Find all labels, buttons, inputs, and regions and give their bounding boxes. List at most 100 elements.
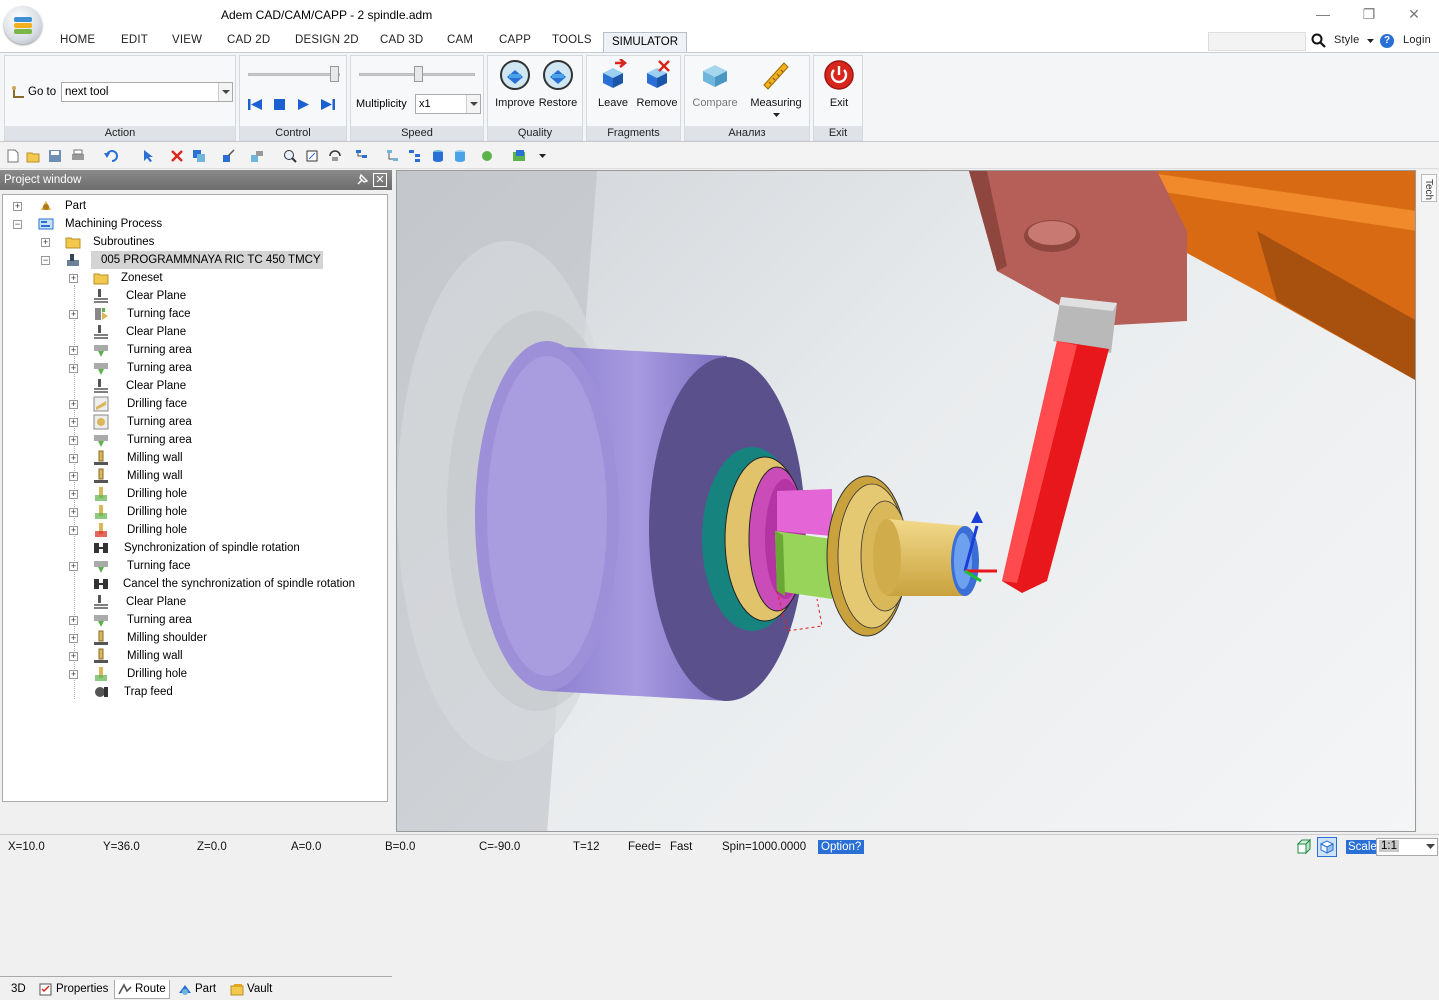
option-button[interactable]: Option? xyxy=(818,840,865,854)
measuring-button[interactable]: Measuring xyxy=(745,59,807,123)
goto-select[interactable]: next tool xyxy=(61,82,233,102)
chevron-down-icon[interactable] xyxy=(773,113,780,118)
project-tree[interactable]: + Part − Machining Process + Subroutines… xyxy=(2,194,388,802)
tree-item-zoneset[interactable]: + Zoneset xyxy=(3,269,383,287)
print-icon[interactable] xyxy=(71,149,85,163)
collapse-toggle[interactable]: − xyxy=(41,256,50,265)
help-icon[interactable]: ? xyxy=(1380,34,1394,48)
copy-icon[interactable] xyxy=(192,149,206,163)
search-icon[interactable] xyxy=(1311,33,1326,48)
tab-simulator[interactable]: SIMULATOR xyxy=(603,32,687,53)
circle-icon[interactable] xyxy=(480,149,494,163)
tab-view[interactable]: VIEW xyxy=(172,34,202,46)
expand-toggle[interactable]: + xyxy=(69,526,78,535)
restore-button[interactable]: ❐ xyxy=(1352,4,1386,24)
expand-toggle[interactable]: + xyxy=(69,652,78,661)
rotate-view-icon[interactable] xyxy=(328,149,342,163)
tree-item-part[interactable]: + Part xyxy=(3,197,383,215)
expand-toggle[interactable]: + xyxy=(69,346,78,355)
expand-toggle[interactable]: + xyxy=(69,454,78,463)
tree-item-drilling-face[interactable]: + Drilling face xyxy=(3,395,383,413)
expand-toggle[interactable]: + xyxy=(69,616,78,625)
first-frame-icon[interactable] xyxy=(248,98,263,111)
chevron-down-icon[interactable] xyxy=(1367,39,1374,44)
style-menu[interactable]: Style xyxy=(1334,34,1359,46)
tree-item-milling-shoulder[interactable]: + Milling shoulder xyxy=(3,629,383,647)
tree-item-turning-area[interactable]: + Turning area xyxy=(3,611,383,629)
expand-toggle[interactable]: + xyxy=(69,418,78,427)
progress-slider-thumb[interactable] xyxy=(330,66,339,82)
tab-edit[interactable]: EDIT xyxy=(121,34,148,46)
expand-toggle[interactable]: + xyxy=(13,202,22,211)
ribbon-search-field[interactable] xyxy=(1208,32,1306,51)
save-icon[interactable] xyxy=(48,149,62,163)
tree-item-turning-area[interactable]: + Turning area xyxy=(3,359,383,377)
tab-properties[interactable]: Properties xyxy=(36,980,111,999)
tree-item-drilling-hole[interactable]: + Drilling hole xyxy=(3,521,383,539)
tab-3d[interactable]: 3D xyxy=(8,980,29,999)
new-file-icon[interactable] xyxy=(6,149,20,163)
expand-toggle[interactable]: + xyxy=(69,310,78,319)
tree-view-icon[interactable] xyxy=(355,149,369,163)
tree-item-milling-wall[interactable]: + Milling wall xyxy=(3,647,383,665)
tree-item-turning-face[interactable]: + Turning face xyxy=(3,557,383,575)
expand-toggle[interactable]: + xyxy=(69,400,78,409)
scale-select[interactable]: 1:1 xyxy=(1376,838,1438,856)
tab-route[interactable]: Route xyxy=(114,980,170,999)
chevron-down-icon[interactable] xyxy=(1426,844,1435,850)
tab-cad2d[interactable]: CAD 2D xyxy=(227,34,270,46)
tree-item-trap-feed[interactable]: Trap feed xyxy=(3,683,383,701)
tree-item-machining-process[interactable]: − Machining Process xyxy=(3,215,383,233)
tab-cad3d[interactable]: CAD 3D xyxy=(380,34,423,46)
close-button[interactable]: ✕ xyxy=(1397,4,1431,24)
expand-toggle[interactable]: + xyxy=(69,562,78,571)
expand-toggle[interactable]: + xyxy=(69,472,78,481)
tab-tools[interactable]: TOOLS xyxy=(552,34,592,46)
tab-vault[interactable]: Vault xyxy=(227,980,275,999)
speed-slider-thumb[interactable] xyxy=(414,66,423,82)
tree-item-clear-plane[interactable]: Clear Plane xyxy=(3,377,383,395)
minimize-button[interactable]: — xyxy=(1306,4,1340,24)
close-panel-button[interactable]: ✕ xyxy=(373,173,387,187)
stop-icon[interactable] xyxy=(273,98,286,111)
tree-item-subroutines[interactable]: + Subroutines xyxy=(3,233,383,251)
tree-item-turning-area[interactable]: + Turning area xyxy=(3,341,383,359)
expand-toggle[interactable]: + xyxy=(41,238,50,247)
expand-toggle[interactable]: + xyxy=(69,490,78,499)
tree-item-drilling-hole[interactable]: + Drilling hole xyxy=(3,485,383,503)
select-icon[interactable] xyxy=(142,149,156,163)
tree-item-clear-plane[interactable]: Clear Plane xyxy=(3,287,383,305)
tree-item-cancel-sync-spindle[interactable]: Cancel the synchronization of spindle ro… xyxy=(3,575,383,593)
database-alt-icon[interactable] xyxy=(453,149,467,163)
zoom-icon[interactable] xyxy=(283,149,297,163)
restore-button[interactable]: Restore xyxy=(536,59,580,117)
expand-toggle[interactable]: + xyxy=(69,508,78,517)
last-frame-icon[interactable] xyxy=(320,98,335,111)
tab-capp[interactable]: CAPP xyxy=(499,34,531,46)
multiplicity-select[interactable]: x1 xyxy=(415,94,481,114)
pin-icon[interactable] xyxy=(355,173,369,187)
expand-toggle[interactable]: + xyxy=(69,670,78,679)
expand-toggle[interactable]: + xyxy=(69,274,78,283)
app-logo-icon[interactable] xyxy=(4,6,42,44)
chevron-down-icon[interactable] xyxy=(539,154,546,159)
simulation-viewport[interactable] xyxy=(396,170,1416,832)
undo-icon[interactable] xyxy=(104,149,118,163)
improve-button[interactable]: Improve xyxy=(494,59,536,117)
compare-button[interactable]: Compare xyxy=(689,59,741,117)
hierarchy-icon[interactable] xyxy=(408,149,422,163)
tree-item-drilling-hole[interactable]: + Drilling hole xyxy=(3,665,383,683)
remove-button[interactable]: Remove xyxy=(635,59,679,117)
tree-item-sync-spindle[interactable]: Synchronization of spindle rotation xyxy=(3,539,383,557)
transform-icon[interactable] xyxy=(250,149,264,163)
tab-cam[interactable]: CAM xyxy=(447,34,473,46)
tech-tab[interactable]: Tech xyxy=(1421,174,1437,202)
tree-item-turning-area[interactable]: + Turning area xyxy=(3,431,383,449)
progress-slider-track[interactable] xyxy=(248,73,340,76)
expand-toggle[interactable]: + xyxy=(69,364,78,373)
move-icon[interactable] xyxy=(222,149,236,163)
layer-icon[interactable] xyxy=(512,149,526,163)
leave-button[interactable]: Leave xyxy=(591,59,635,117)
tree-item-program[interactable]: − 005 PROGRAMMNAYA RIC TC 450 TMCY xyxy=(3,251,383,269)
delete-icon[interactable] xyxy=(170,149,184,163)
